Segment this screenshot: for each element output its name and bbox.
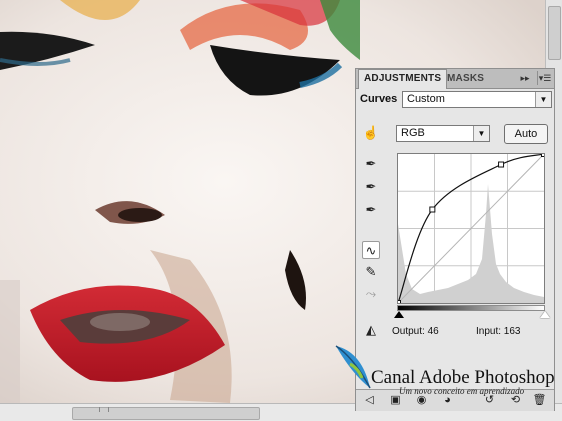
black-point-slider[interactable]: [394, 311, 404, 318]
tab-masks[interactable]: MASKS: [442, 70, 489, 87]
curve-control-point[interactable]: [541, 151, 547, 157]
curve-control-point[interactable]: [395, 300, 401, 306]
on-image-adjust-icon[interactable]: ☝: [362, 124, 380, 142]
watermark-subtitle: Um novo conceito em aprendizado: [399, 386, 525, 396]
pencil-tool-icon[interactable]: ✎: [362, 263, 380, 281]
preset-value: Custom: [407, 93, 445, 105]
gray-point-eyedropper-icon[interactable]: ✒: [362, 178, 380, 196]
curve-control-point[interactable]: [498, 161, 505, 168]
panel-tab-bar: ADJUSTMENTS MASKS ▸▸ ▾☰: [356, 69, 554, 89]
delete-icon[interactable]: 🗑: [532, 393, 547, 408]
black-point-eyedropper-icon[interactable]: ✒: [362, 155, 380, 173]
output-readout: Output: 46: [392, 326, 439, 337]
chevron-down-icon: ▼: [473, 126, 489, 141]
tab-adjustments[interactable]: ADJUSTMENTS: [358, 69, 448, 89]
clipping-warning-icon[interactable]: ◭: [362, 321, 380, 339]
curves-title: Curves: [360, 93, 398, 105]
white-point-eyedropper-icon[interactable]: ✒: [362, 201, 380, 219]
curve-control-point[interactable]: [429, 206, 436, 213]
channel-select[interactable]: RGB ▼: [396, 125, 490, 142]
expand-icon[interactable]: ▸▸: [518, 71, 532, 85]
channel-value: RGB: [401, 127, 425, 139]
feather-logo-icon: [335, 345, 371, 389]
smooth-curve-icon[interactable]: ⤳: [362, 285, 380, 303]
input-gradient-bar: [397, 305, 545, 311]
chevron-down-icon: ▼: [535, 92, 551, 107]
curves-graph[interactable]: [395, 151, 547, 306]
input-readout: Input: 163: [476, 326, 521, 337]
channel-watermark: Canal Adobe Photoshop Um novo conceito e…: [332, 344, 562, 396]
preset-select[interactable]: Custom ▼: [402, 91, 552, 108]
panel-menu-icon[interactable]: ▾☰: [537, 71, 552, 85]
curves-plot: [395, 151, 547, 306]
white-point-slider[interactable]: [540, 311, 550, 318]
vertical-scroll-thumb[interactable]: [548, 6, 561, 60]
curve-point-tool-icon[interactable]: ∿: [362, 241, 380, 259]
scroll-grip-icon: [99, 407, 109, 412]
auto-button[interactable]: Auto: [504, 124, 548, 144]
back-arrow-icon[interactable]: ◁: [362, 393, 377, 408]
